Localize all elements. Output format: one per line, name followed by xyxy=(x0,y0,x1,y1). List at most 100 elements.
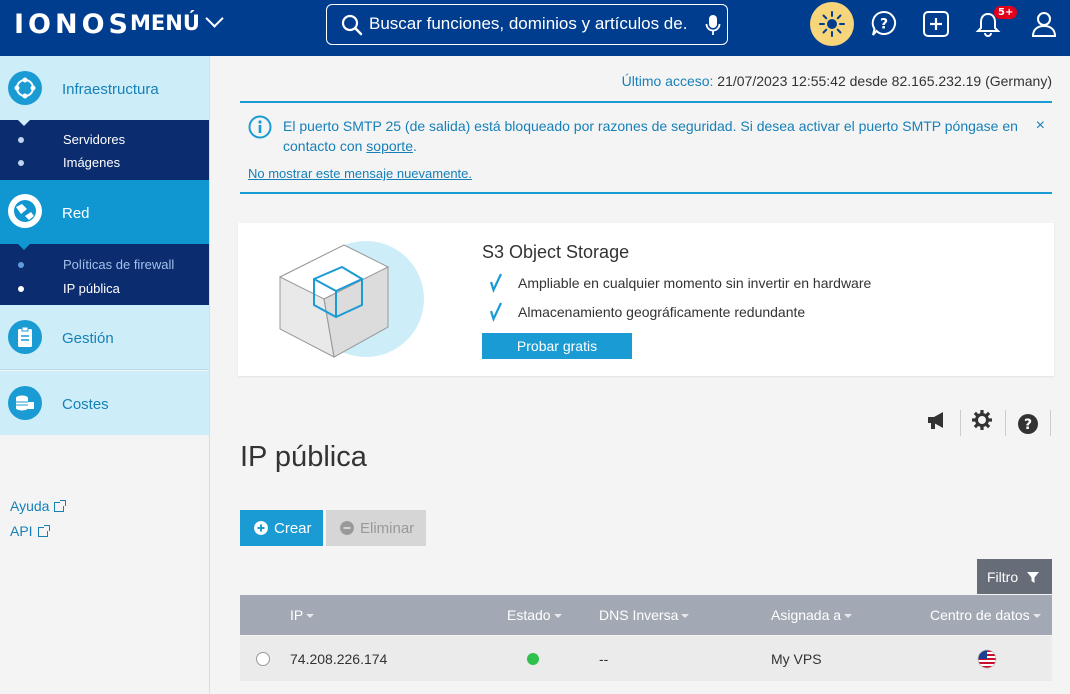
search-box[interactable] xyxy=(326,4,728,45)
top-bar: IONOS MENÚ ? 5+ xyxy=(0,0,1070,56)
gear-icon[interactable] xyxy=(971,409,993,431)
column-asignada[interactable]: Asignada a xyxy=(771,607,853,623)
sort-icon xyxy=(681,614,690,618)
try-free-button[interactable]: Probar gratis xyxy=(482,333,632,359)
dismiss-alert-link[interactable]: No mostrar este mensaje nuevamente. xyxy=(248,166,472,181)
network-icon xyxy=(8,194,42,228)
feature-text: Almacenamiento geográficamente redundant… xyxy=(518,304,806,320)
promo-title: S3 Object Storage xyxy=(482,242,630,262)
external-link-icon xyxy=(37,525,50,537)
table-header: IP Estado DNS Inversa Asignada a Centro … xyxy=(240,595,1052,635)
notch xyxy=(18,244,30,250)
sidebar-subitem-servidores[interactable]: Servidores xyxy=(0,129,209,151)
support-link[interactable]: soporte xyxy=(366,138,413,154)
minus-circle-icon xyxy=(340,521,354,535)
infrastructure-icon xyxy=(8,71,42,105)
alert-text-end: . xyxy=(412,138,417,154)
sort-icon xyxy=(1032,614,1041,618)
column-label: IP xyxy=(290,607,304,623)
divider xyxy=(1050,410,1051,436)
megaphone-icon[interactable] xyxy=(926,409,948,431)
sort-icon xyxy=(306,614,315,618)
column-label: Centro de datos xyxy=(930,607,1030,623)
sidebar-item-costes[interactable]: Costes xyxy=(0,371,209,435)
link-label: Ayuda xyxy=(10,498,50,514)
create-label: Crear xyxy=(274,519,312,537)
ionos-logo[interactable]: IONOS xyxy=(14,9,132,40)
subitem-label: IP pública xyxy=(63,281,120,296)
last-access: Último acceso: 21/07/2023 12:55:42 desde… xyxy=(622,73,1052,89)
menu-button[interactable]: MENÚ xyxy=(130,9,224,35)
column-label: Asignada a xyxy=(771,607,842,623)
alert-message: El puerto SMTP 25 (de salida) está bloqu… xyxy=(283,116,1023,156)
us-flag-icon xyxy=(977,649,997,669)
ip-cell: 74.208.226.174 xyxy=(290,651,388,667)
close-icon[interactable]: × xyxy=(1036,117,1045,135)
bullet xyxy=(18,160,24,166)
status-indicator xyxy=(527,653,539,665)
help-circle-icon[interactable]: ? xyxy=(1017,413,1039,435)
microphone-icon[interactable] xyxy=(705,14,721,36)
bullet xyxy=(18,286,24,292)
plus-circle-icon xyxy=(254,521,268,535)
check-icon xyxy=(490,302,502,322)
notification-badge: 5+ xyxy=(994,6,1018,19)
sidebar-subitem-imagenes[interactable]: Imágenes xyxy=(0,152,209,174)
help-button[interactable]: ? xyxy=(866,6,902,42)
info-icon xyxy=(248,115,272,139)
subitem-label: Políticas de firewall xyxy=(63,257,175,272)
divider xyxy=(1005,410,1006,436)
sidebar-item-label: Infraestructura xyxy=(62,81,159,98)
plus-icon xyxy=(923,11,949,37)
storage-cube-icon xyxy=(278,241,424,358)
column-ip[interactable]: IP xyxy=(290,607,315,623)
create-button[interactable]: Crear xyxy=(240,510,323,546)
svg-text:?: ? xyxy=(880,17,888,33)
filter-button[interactable]: Filtro xyxy=(977,559,1052,594)
feature-text: Ampliable en cualquier momento sin inver… xyxy=(518,275,872,291)
sort-icon xyxy=(844,614,853,618)
link-label: API xyxy=(10,523,33,539)
help-link[interactable]: Ayuda xyxy=(10,498,67,514)
dns-cell: -- xyxy=(599,651,609,667)
red-subnav: Políticas de firewall IP pública xyxy=(0,244,209,305)
menu-label: MENÚ xyxy=(130,11,200,35)
sidebar-item-label: Costes xyxy=(62,396,109,413)
row-select-radio[interactable] xyxy=(256,652,270,666)
sidebar-item-infraestructura[interactable]: Infraestructura xyxy=(0,56,209,120)
coins-icon xyxy=(8,386,42,420)
divider xyxy=(960,410,961,436)
funnel-icon xyxy=(1027,571,1040,583)
infraestructura-subnav: Servidores Imágenes xyxy=(0,120,209,180)
check-icon xyxy=(490,273,502,293)
delete-label: Eliminar xyxy=(360,519,415,537)
sort-icon xyxy=(553,614,562,618)
sidebar: Infraestructura Servidores Imágenes Red … xyxy=(0,56,210,694)
subitem-label: Imágenes xyxy=(63,155,121,170)
sidebar-item-label: Red xyxy=(62,205,90,222)
column-label: Estado xyxy=(507,607,551,623)
smtp-alert: El puerto SMTP 25 (de salida) está bloqu… xyxy=(240,101,1052,194)
sidebar-item-gestion[interactable]: Gestión xyxy=(0,305,209,370)
table-row[interactable]: 74.208.226.174 -- My VPS xyxy=(240,636,1052,681)
svg-text:?: ? xyxy=(1024,417,1032,433)
theme-toggle-button[interactable] xyxy=(810,2,854,46)
sidebar-subitem-ip-publica[interactable]: IP pública xyxy=(0,278,209,300)
promo-banner: S3 Object Storage Ampliable en cualquier… xyxy=(238,223,1054,376)
column-estado[interactable]: Estado xyxy=(507,607,562,623)
user-icon xyxy=(1031,12,1057,37)
notch xyxy=(18,120,30,126)
api-link[interactable]: API xyxy=(10,523,50,539)
search-input[interactable] xyxy=(369,11,687,37)
sidebar-item-label: Gestión xyxy=(62,330,114,347)
sidebar-subitem-firewall[interactable]: Políticas de firewall xyxy=(0,254,209,276)
column-centro-datos[interactable]: Centro de datos xyxy=(930,607,1041,623)
column-dns-inversa[interactable]: DNS Inversa xyxy=(599,607,690,623)
account-button[interactable] xyxy=(1026,6,1062,42)
column-label: DNS Inversa xyxy=(599,607,679,623)
add-button[interactable] xyxy=(918,6,954,42)
search-icon xyxy=(341,14,363,36)
bullet xyxy=(18,137,24,143)
assigned-cell: My VPS xyxy=(771,651,822,667)
sidebar-item-red[interactable]: Red xyxy=(0,180,209,244)
